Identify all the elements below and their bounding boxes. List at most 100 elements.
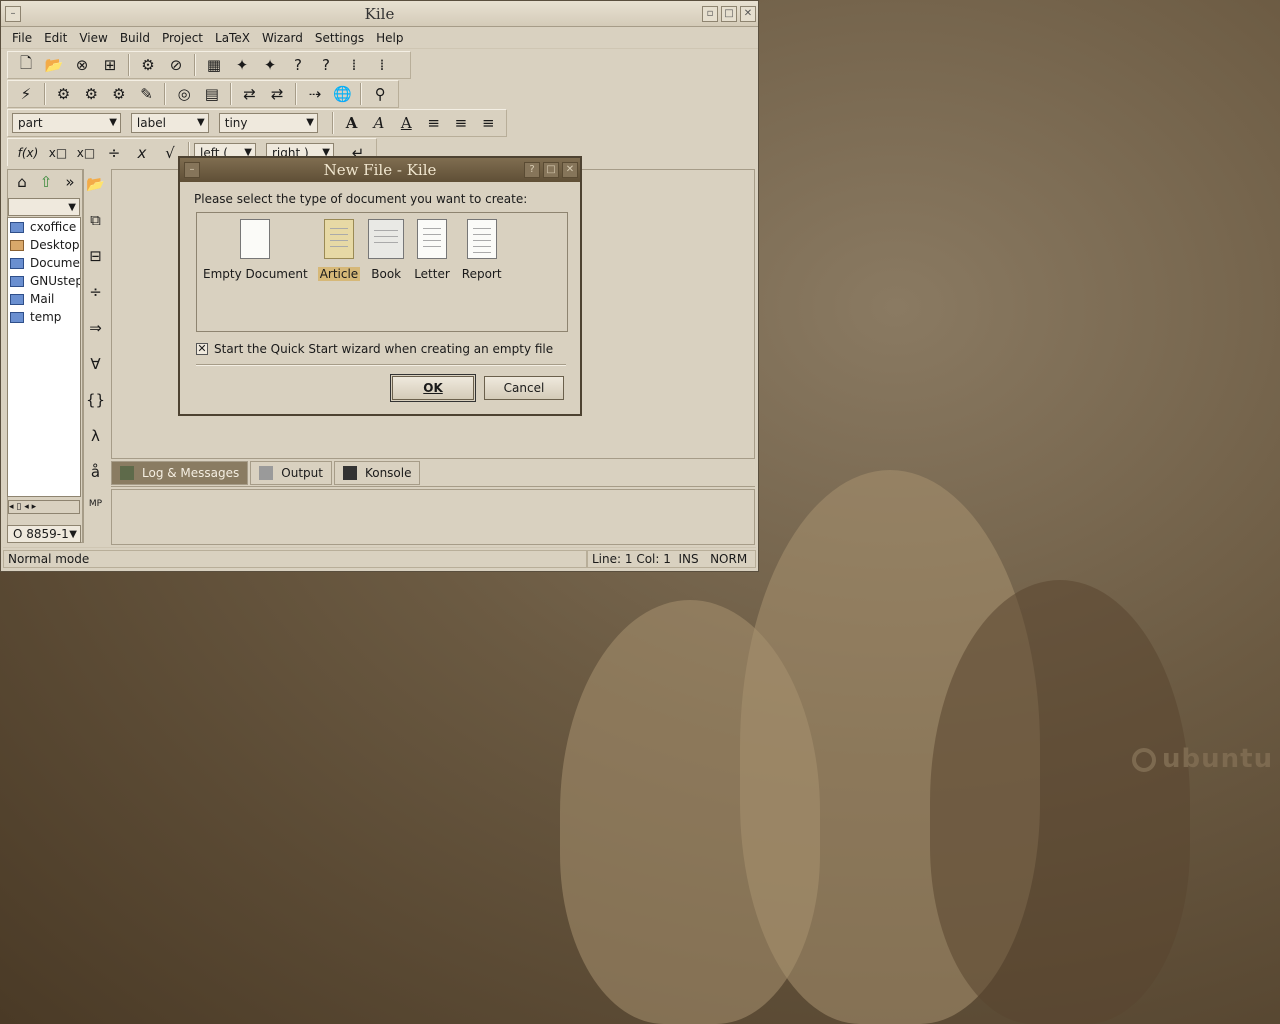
cancel-label: Cancel <box>503 381 545 395</box>
fraction-icon[interactable]: ÷ <box>103 142 125 164</box>
menu-file[interactable]: File <box>12 31 32 45</box>
chevron-down-icon: ▼ <box>68 202 76 213</box>
open-folder-icon[interactable]: 📂 <box>86 175 106 197</box>
ok-button[interactable]: OK <box>390 374 476 402</box>
superscript-icon[interactable]: x□ <box>47 142 69 164</box>
list-item[interactable]: temp <box>8 308 80 326</box>
new-file-icon[interactable]: 🗋 <box>15 54 37 76</box>
tab-output[interactable]: Output <box>250 461 332 485</box>
size-combo[interactable]: tiny ▼ <box>218 113 318 133</box>
prev-warning-icon[interactable]: ? <box>287 54 309 76</box>
menu-wizard[interactable]: Wizard <box>262 31 303 45</box>
metapost-icon[interactable]: MP <box>86 499 106 521</box>
pdflatex-icon[interactable]: ⚙ <box>80 83 102 105</box>
more-icon[interactable]: » <box>61 171 79 193</box>
structure-icon[interactable]: ⊟ <box>86 247 106 269</box>
menu-help[interactable]: Help <box>376 31 403 45</box>
open-folder-icon[interactable]: 📂 <box>43 54 65 76</box>
prev-badbox-icon[interactable]: ⁞ <box>343 54 365 76</box>
dialog-titlebar[interactable]: – New File - Kile ? □ ✕ <box>180 158 580 182</box>
close-button[interactable]: ✕ <box>740 6 756 22</box>
folder-icon <box>10 311 24 323</box>
list-item[interactable]: Mail <box>8 290 80 308</box>
up-arrow-icon[interactable]: ⇧ <box>37 171 55 193</box>
template-report[interactable]: Report <box>460 219 504 331</box>
maximize-button[interactable]: □ <box>721 6 737 22</box>
path-combo[interactable]: ▼ <box>8 198 80 216</box>
makeindex-icon[interactable]: ✎ <box>136 83 158 105</box>
dvi-to-ps-icon[interactable]: ⇄ <box>239 83 261 105</box>
list-item[interactable]: Documents <box>8 254 80 272</box>
template-article[interactable]: Article <box>317 219 361 331</box>
lambda-icon[interactable]: λ <box>86 427 106 449</box>
tab-konsole[interactable]: Konsole <box>333 461 421 485</box>
menu-edit[interactable]: Edit <box>44 31 67 45</box>
template-label: Letter <box>414 267 450 281</box>
next-badbox-icon[interactable]: ⁞ <box>371 54 393 76</box>
compile-icon[interactable]: ⚙ <box>137 54 159 76</box>
tab-log-messages[interactable]: Log & Messages <box>111 461 249 485</box>
structure-icon[interactable]: ⊞ <box>99 54 121 76</box>
horizontal-scrollbar[interactable]: ◂ ▯ ◂ ▸ <box>8 500 80 514</box>
align-left-icon[interactable]: ≡ <box>423 112 444 134</box>
help-button[interactable]: ? <box>524 162 540 178</box>
italic-icon[interactable]: A <box>368 112 389 134</box>
menu-latex[interactable]: LaTeX <box>215 31 250 45</box>
log-pane[interactable] <box>111 489 755 545</box>
ubuntu-logo: ubuntu <box>1132 744 1273 774</box>
close-button[interactable]: ✕ <box>562 162 578 178</box>
align-center-icon[interactable]: ≡ <box>450 112 471 134</box>
quickstart-label: Start the Quick Start wizard when creati… <box>214 342 554 356</box>
template-letter[interactable]: Letter <box>412 219 452 331</box>
bibtex-icon[interactable]: ⚙ <box>108 83 130 105</box>
align-right-icon[interactable]: ≡ <box>478 112 499 134</box>
letter-icon <box>416 219 447 259</box>
underline-icon[interactable]: A <box>396 112 417 134</box>
latex-icon[interactable]: ⚙ <box>53 83 75 105</box>
template-empty-document[interactable]: Empty Document <box>201 219 310 331</box>
latex-to-html-icon[interactable]: ⇢ <box>304 83 326 105</box>
accents-icon[interactable]: å <box>86 463 106 485</box>
list-item[interactable]: cxoffice <box>8 218 80 236</box>
window-titlebar[interactable]: – Kile ▫ □ ✕ <box>1 1 758 27</box>
next-error-icon[interactable]: ✦ <box>259 54 281 76</box>
documents-icon[interactable]: ⧉ <box>86 211 106 233</box>
dfrac-icon[interactable]: x <box>131 142 153 164</box>
bold-icon[interactable]: A <box>341 112 362 134</box>
next-warning-icon[interactable]: ? <box>315 54 337 76</box>
menu-project[interactable]: Project <box>162 31 203 45</box>
menu-settings[interactable]: Settings <box>315 31 364 45</box>
search-icon[interactable]: ⚲ <box>369 83 391 105</box>
maximize-button[interactable]: □ <box>543 162 559 178</box>
menu-view[interactable]: View <box>79 31 107 45</box>
subscript-icon[interactable]: x□ <box>75 142 97 164</box>
list-item[interactable]: Desktop <box>8 236 80 254</box>
arrows-icon[interactable]: ⇒ <box>86 319 106 341</box>
cancel-button[interactable]: Cancel <box>484 376 564 400</box>
delimiters-icon[interactable]: {} <box>86 391 106 413</box>
view-html-icon[interactable]: 🌐 <box>332 83 354 105</box>
minimize-button[interactable]: ▫ <box>702 6 718 22</box>
encoding-combo[interactable]: O 8859-1 ▼ <box>7 525 81 543</box>
book-icon <box>368 219 405 259</box>
menu-build[interactable]: Build <box>120 31 150 45</box>
math-function-icon[interactable]: f(x) <box>15 142 41 164</box>
article-icon <box>323 219 354 259</box>
list-item[interactable]: GNUstep <box>8 272 80 290</box>
quickstart-checkbox[interactable]: ✕ Start the Quick Start wizard when crea… <box>196 342 553 356</box>
operators-icon[interactable]: ÷ <box>86 283 106 305</box>
template-book[interactable]: Book <box>368 219 405 331</box>
close-file-icon[interactable]: ⊗ <box>71 54 93 76</box>
ps-to-pdf-icon[interactable]: ⇄ <box>266 83 288 105</box>
forall-icon[interactable]: ∀ <box>86 355 106 377</box>
label-combo[interactable]: label ▼ <box>130 113 209 133</box>
home-icon[interactable]: ⌂ <box>13 171 31 193</box>
view-dvi-icon[interactable]: ◎ <box>173 83 195 105</box>
stop-icon[interactable]: ⊘ <box>165 54 187 76</box>
statistics-icon[interactable]: ▦ <box>203 54 225 76</box>
section-combo[interactable]: part ▼ <box>12 113 121 133</box>
prev-error-icon[interactable]: ✦ <box>231 54 253 76</box>
view-pdf-icon[interactable]: ▤ <box>201 83 223 105</box>
tab-label: Output <box>281 466 323 480</box>
quickbuild-icon[interactable]: ⚡ <box>15 83 37 105</box>
